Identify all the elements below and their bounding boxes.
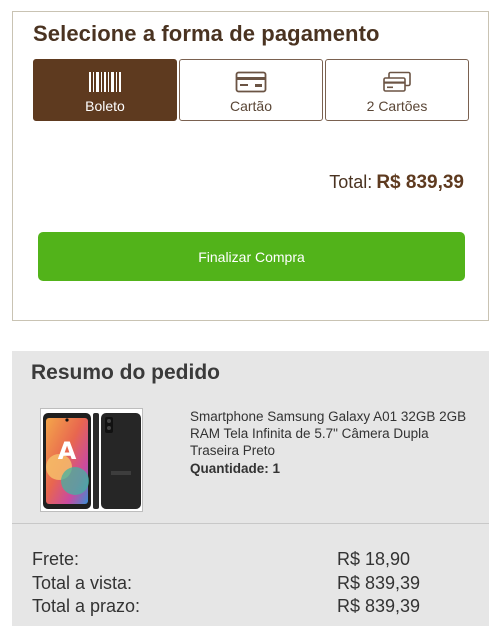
payment-option-two-cards[interactable]: 2 Cartões — [325, 59, 469, 121]
payment-option-label: Boleto — [85, 98, 125, 114]
summary-title: Resumo do pedido — [31, 361, 220, 384]
shipping-label: Frete: — [32, 549, 80, 569]
barcode-icon — [88, 71, 122, 93]
payment-method-card: Selecione a forma de pagamento Boleto Ca… — [12, 11, 489, 321]
credit-card-icon — [235, 71, 267, 93]
installment-total-label: Total a prazo: — [32, 596, 141, 616]
payment-option-boleto[interactable]: Boleto — [33, 59, 177, 121]
summary-divider — [12, 523, 489, 524]
product-description: Smartphone Samsung Galaxy A01 32GB 2GB R… — [190, 409, 467, 458]
total-label: Total: — [329, 172, 373, 192]
total-value: R$ 839,39 — [376, 172, 464, 193]
installment-total-value: R$ 839,39 — [337, 596, 421, 616]
payment-option-cartao[interactable]: Cartão — [179, 59, 323, 121]
two-cards-icon — [382, 71, 412, 93]
payment-title: Selecione a forma de pagamento — [33, 21, 380, 46]
cash-total-label: Total a vista: — [32, 573, 133, 593]
product-quantity: Quantidade: 1 — [190, 461, 281, 476]
payment-option-label: 2 Cartões — [366, 98, 428, 114]
order-total: Total: R$ 839,39 — [329, 172, 464, 194]
payment-option-label: Cartão — [229, 98, 273, 114]
svg-text:A: A — [58, 437, 77, 465]
finish-purchase-button[interactable]: Finalizar Compra — [38, 232, 465, 281]
cash-total-value: R$ 839,39 — [337, 573, 421, 593]
order-summary: Resumo do pedido A Smartphone Samsung Ga… — [12, 351, 489, 626]
product-image: A — [40, 408, 143, 512]
shipping-value: R$ 18,90 — [337, 549, 411, 569]
